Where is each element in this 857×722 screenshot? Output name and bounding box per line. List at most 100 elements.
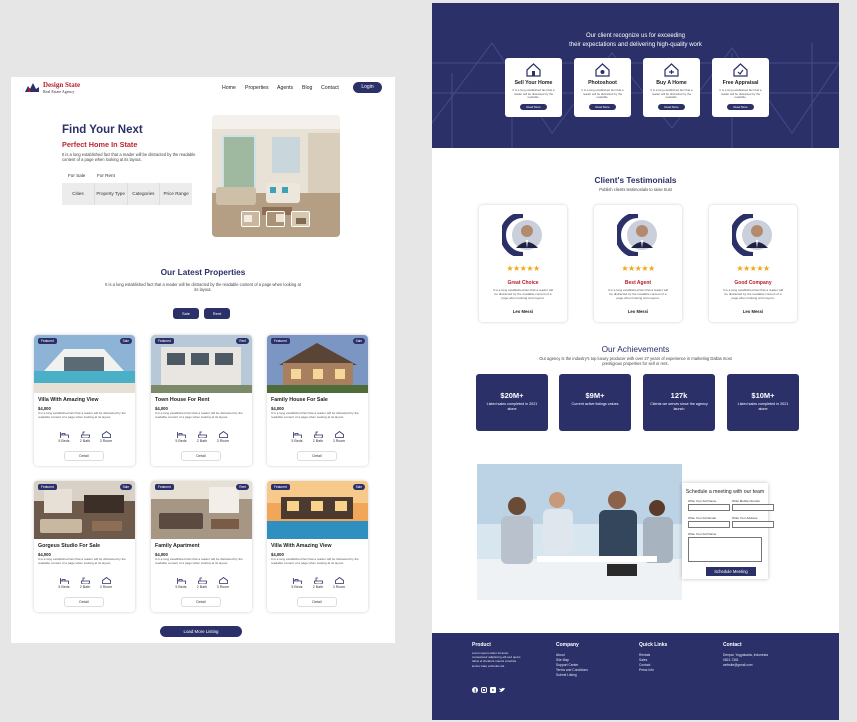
beds-feature: 5 Beds bbox=[287, 431, 307, 443]
tab-for-rent[interactable]: For Rent bbox=[97, 173, 115, 178]
service-card[interactable]: Sell Your Home It is a long established … bbox=[505, 58, 562, 117]
beds-count: 5 Beds bbox=[175, 585, 187, 589]
footer-link-submit-listing[interactable]: Submit Listing bbox=[556, 673, 588, 678]
service-card[interactable]: Free Appraisal It is a long established … bbox=[712, 58, 769, 117]
property-card[interactable]: Featured Sale Villa With Amazing View $4… bbox=[34, 335, 135, 466]
bath-icon bbox=[80, 577, 90, 584]
detail-button[interactable]: Detail bbox=[297, 451, 337, 461]
load-more-button[interactable]: Load More Listing bbox=[160, 626, 242, 637]
achievement-value: $9M+ bbox=[585, 391, 605, 400]
filter-property-type[interactable]: Property Type bbox=[95, 183, 128, 205]
room-feature: 3 Room bbox=[329, 577, 349, 589]
hero-thumbnail-1[interactable] bbox=[241, 211, 260, 227]
bed-icon bbox=[176, 578, 186, 584]
bath-icon bbox=[80, 431, 90, 438]
status-badge: Sale bbox=[352, 484, 365, 490]
appraisal-house-icon bbox=[733, 63, 748, 77]
achievement-label: Listed sales completed in 2021 alone bbox=[486, 402, 538, 411]
login-button[interactable]: Login bbox=[353, 82, 382, 93]
filter-price-range[interactable]: Price Range bbox=[160, 183, 192, 205]
rent-filter-button[interactable]: Rent bbox=[204, 308, 230, 319]
sale-filter-button[interactable]: Sale bbox=[173, 308, 199, 319]
address-input[interactable] bbox=[732, 521, 774, 528]
testimonials-title: Client's Testimonials bbox=[594, 175, 677, 185]
logo-icon bbox=[25, 83, 39, 92]
beds-count: 5 Beds bbox=[291, 585, 303, 589]
nav-home[interactable]: Home bbox=[222, 85, 236, 91]
property-card[interactable]: Featured Sale Villa With Amazing View $4… bbox=[267, 481, 368, 612]
nav-contact[interactable]: Contact bbox=[321, 85, 339, 91]
status-badge: Sale bbox=[119, 484, 132, 490]
detail-button[interactable]: Detail bbox=[297, 597, 337, 607]
property-title: Villa With Amazing View bbox=[271, 543, 332, 549]
service-title: Free Appraisal bbox=[722, 80, 759, 86]
beds-count: 5 Beds bbox=[58, 585, 70, 589]
property-title: Town House For Rent bbox=[155, 397, 210, 403]
testimonial-author: Leo Messi bbox=[627, 309, 649, 314]
service-description: It is a long established fact that a rea… bbox=[719, 88, 762, 100]
bed-icon bbox=[292, 432, 302, 438]
beds-feature: 5 Beds bbox=[54, 431, 74, 443]
read-more-button[interactable]: Read More bbox=[727, 104, 754, 110]
youtube-icon[interactable] bbox=[490, 687, 496, 693]
property-description: It is a long established fact that a rea… bbox=[271, 411, 359, 419]
beds-count: 5 Beds bbox=[175, 439, 187, 443]
property-description: It is a long established fact that a rea… bbox=[271, 557, 359, 565]
footer-contact-info: Denpar, Yogyakarta, Indonesia 0821-7361 … bbox=[723, 653, 768, 668]
detail-button[interactable]: Detail bbox=[64, 597, 104, 607]
testimonial-card: ★★★★★ Great Choice It is a long establis… bbox=[479, 205, 567, 322]
address-label: Write Your Address bbox=[732, 516, 758, 520]
nav-agents[interactable]: Agents bbox=[277, 85, 293, 91]
bed-icon bbox=[59, 432, 69, 438]
read-more-button[interactable]: Read More bbox=[520, 104, 547, 110]
room-count: 3 Room bbox=[332, 585, 346, 589]
footer-quick-links: Rentals Sales Contact Press Info bbox=[639, 653, 654, 673]
hero-subtitle: Perfect Home In State bbox=[62, 140, 138, 149]
bath-feature: 2 Bath bbox=[308, 577, 328, 589]
tab-for-sale[interactable]: For Sale bbox=[68, 173, 85, 178]
filter-categories[interactable]: Categories bbox=[128, 183, 161, 205]
property-card[interactable]: Featured Rent Town House For Rent $4,000… bbox=[151, 335, 252, 466]
rating-stars: ★★★★★ bbox=[736, 264, 770, 273]
testimonials-subtitle: Publish clients testimonials to raise tr… bbox=[599, 187, 672, 192]
hero-thumbnail-2[interactable] bbox=[266, 211, 285, 227]
instagram-icon[interactable] bbox=[481, 687, 487, 693]
property-card[interactable]: Featured Sale Gorgeus Studio For Sale $4… bbox=[34, 481, 135, 612]
twitter-icon[interactable] bbox=[499, 687, 505, 693]
property-title: Family House For Sale bbox=[271, 397, 328, 403]
filter-cities[interactable]: Cities bbox=[62, 183, 95, 205]
mobile-input[interactable] bbox=[732, 504, 774, 511]
status-badge: Rent bbox=[236, 338, 249, 344]
full-name-input[interactable] bbox=[688, 504, 730, 511]
achievement-card: $20M+ Listed sales completed in 2021 alon… bbox=[476, 374, 548, 431]
nav-properties[interactable]: Properties bbox=[245, 85, 269, 91]
read-more-button[interactable]: Read More bbox=[589, 104, 616, 110]
room-count: 3 Room bbox=[332, 439, 346, 443]
property-title: Villa With Amazing View bbox=[38, 397, 99, 403]
service-title: Sell Your Home bbox=[514, 80, 553, 86]
footer-link-press-info[interactable]: Press Info bbox=[639, 668, 654, 673]
hero-thumbnail-3[interactable] bbox=[291, 211, 310, 227]
featured-badge: Featured bbox=[155, 484, 174, 490]
read-more-button[interactable]: Read More bbox=[658, 104, 685, 110]
home-icon bbox=[218, 431, 228, 438]
property-card[interactable]: Featured Rent Family Apartment $4,000 It… bbox=[151, 481, 252, 612]
homepage-right-panel: Our client recognize us for exceeding th… bbox=[432, 3, 839, 720]
bed-icon bbox=[59, 578, 69, 584]
detail-button[interactable]: Detail bbox=[181, 597, 221, 607]
detail-button[interactable]: Detail bbox=[64, 451, 104, 461]
footer-contact-title: Contact bbox=[723, 642, 742, 648]
meeting-photo bbox=[477, 464, 682, 600]
detail-button[interactable]: Detail bbox=[181, 451, 221, 461]
message-textarea[interactable] bbox=[688, 537, 762, 562]
service-card[interactable]: Photoshoot It is a long established fact… bbox=[574, 58, 631, 117]
nav-blog[interactable]: Blog bbox=[302, 85, 312, 91]
property-card[interactable]: Featured Sale Family House For Sale $4,0… bbox=[267, 335, 368, 466]
beds-feature: 5 Beds bbox=[171, 577, 191, 589]
service-card[interactable]: Buy A Home It is a long established fact… bbox=[643, 58, 700, 117]
facebook-icon[interactable] bbox=[472, 687, 478, 693]
schedule-meeting-button[interactable]: Schedule Meeting bbox=[706, 567, 756, 576]
email-input[interactable] bbox=[688, 521, 730, 528]
footer-company-links: About Site Map Support Center Terms and … bbox=[556, 653, 588, 678]
contact-email[interactable]: website@gmail.com bbox=[723, 663, 768, 668]
